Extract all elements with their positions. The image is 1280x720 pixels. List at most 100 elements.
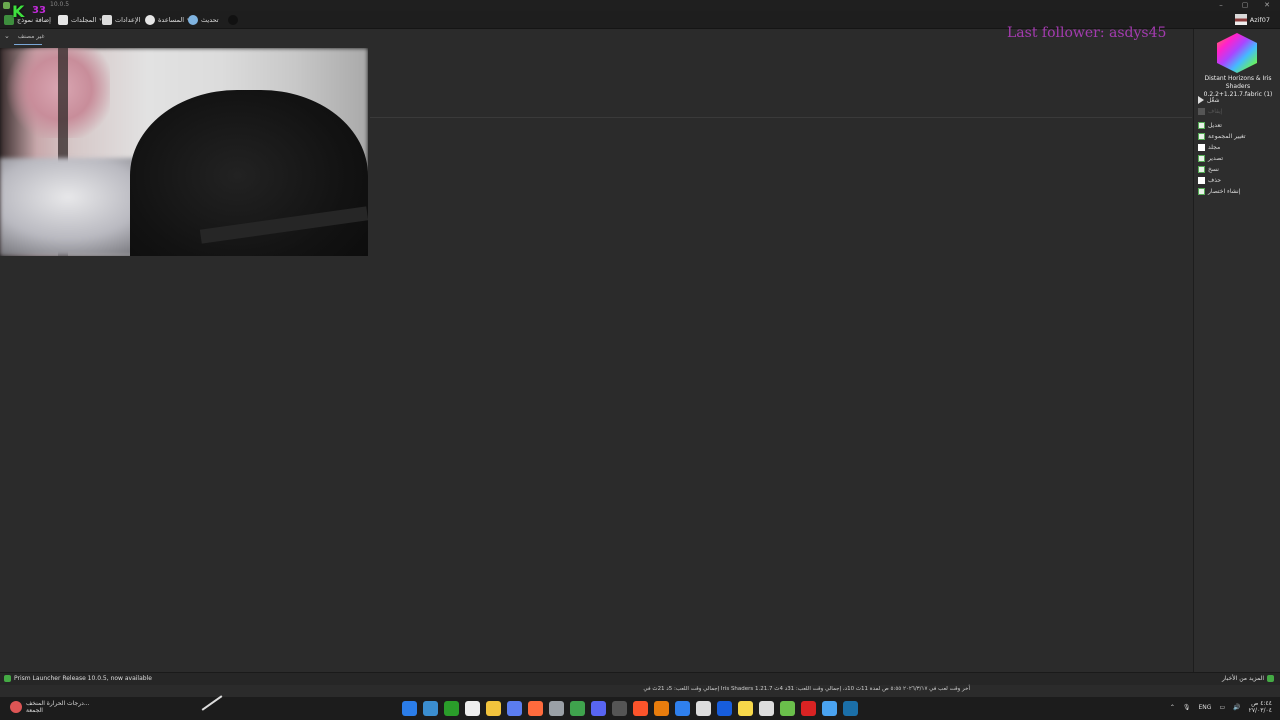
more-news-button[interactable]: المزيد من الأخبار: [1222, 675, 1274, 682]
minimize-button[interactable]: –: [1210, 0, 1232, 11]
obs-icon[interactable]: [612, 701, 627, 716]
export-label: تصدير: [1208, 154, 1224, 162]
store-icon[interactable]: [822, 701, 837, 716]
folder-label: مجلد: [1208, 143, 1221, 151]
shortcut-icon: [1198, 187, 1205, 195]
windows-taskbar: درجات الحرارة المنخف... الجمعة ⌃ 🎙 ENG ▭…: [0, 697, 1280, 720]
group-separator: [370, 117, 1192, 118]
delete-button[interactable]: حذف: [1198, 175, 1221, 185]
copy-label: نسخ: [1208, 165, 1219, 173]
kill-label: إيقاف: [1208, 107, 1223, 115]
help-button[interactable]: المساعدة ▾: [145, 13, 190, 27]
capcut-icon[interactable]: [465, 701, 480, 716]
settings-icon: [102, 15, 112, 25]
account-menu[interactable]: Azif07: [1234, 14, 1270, 25]
create-shortcut-button[interactable]: إنشاء اختصار: [1198, 186, 1240, 196]
notepad-icon[interactable]: [696, 701, 711, 716]
app-cube-icon[interactable]: [549, 701, 564, 716]
copy-button[interactable]: نسخ: [1198, 164, 1219, 174]
change-group-label: تغيير المجموعة: [1208, 132, 1246, 140]
copilot-icon[interactable]: [507, 701, 522, 716]
folders-button[interactable]: المجلدات ▾: [58, 13, 102, 27]
taskbar-apps: [402, 701, 858, 716]
group-underline: [14, 44, 42, 45]
export-button[interactable]: تصدير: [1198, 153, 1223, 163]
help-label: المساعدة: [158, 16, 185, 24]
system-tray: ⌃ 🎙 ENG ▭ 🔊 ٤:٤٤ ص ٢٧/٠٣/٠٤: [1170, 700, 1272, 714]
app-icon: [3, 2, 10, 9]
weather-day: الجمعة: [26, 707, 43, 714]
file-explorer-icon[interactable]: [486, 701, 501, 716]
brave-icon[interactable]: [633, 701, 648, 716]
clock[interactable]: ٤:٤٤ ص ٢٧/٠٣/٠٤: [1249, 700, 1272, 714]
network-icon[interactable]: ▭: [1219, 704, 1225, 711]
acrobat-icon[interactable]: [801, 701, 816, 716]
copy-icon: [1198, 165, 1205, 173]
launch-label: شغّل: [1207, 96, 1220, 104]
vscode-icon[interactable]: [675, 701, 690, 716]
update-button[interactable]: تحديث: [188, 13, 219, 27]
prism-launcher-window: 10.0.5 – ▢ ✕ إضافة نموذج المجلدات ▾ الإع…: [0, 0, 1280, 720]
instance-icon[interactable]: [1217, 33, 1257, 73]
group-icon: [1198, 132, 1205, 140]
avatar: [1234, 14, 1247, 25]
weather-text: درجات الحرارة المنخف...: [26, 700, 90, 707]
delete-label: حذف: [1208, 176, 1222, 184]
kill-button[interactable]: إيقاف: [1198, 106, 1222, 116]
update-notice[interactable]: Prism Launcher Release 10.0.5, now avail…: [4, 675, 152, 682]
onedrive-icon[interactable]: [759, 701, 774, 716]
folder-button[interactable]: مجلد: [1198, 142, 1220, 152]
minecraft-icon[interactable]: [570, 701, 585, 716]
settings-label: الإعدادات: [115, 16, 141, 24]
update-label: تحديث: [201, 16, 219, 24]
sticky-notes-icon[interactable]: [738, 701, 753, 716]
xbox-icon[interactable]: [444, 701, 459, 716]
edit-icon: [1198, 121, 1205, 129]
export-icon: [1198, 154, 1205, 162]
windows-start-icon[interactable]: [402, 701, 417, 716]
webcam-overlay: [0, 48, 368, 256]
weather-widget[interactable]: درجات الحرارة المنخف... الجمعة: [10, 700, 90, 714]
news-bar: Prism Launcher Release 10.0.5, now avail…: [0, 672, 1280, 685]
edit-label: تعديل: [1208, 121, 1222, 129]
window-title: 10.0.5: [50, 1, 70, 8]
launch-button[interactable]: شغّل: [1198, 95, 1219, 105]
folder-icon: [58, 15, 68, 25]
volume-icon[interactable]: 🔊: [1233, 704, 1240, 711]
help-icon: [145, 15, 155, 25]
news-icon: [1267, 675, 1274, 682]
bitwarden-icon[interactable]: [717, 701, 732, 716]
chevron-up-icon[interactable]: ⌃: [1170, 704, 1175, 711]
edit-button[interactable]: تعديل: [1198, 120, 1222, 130]
firefox-icon[interactable]: [528, 701, 543, 716]
folders-label: المجلدات: [71, 16, 97, 24]
last-follower-overlay: Last follower: asdys45: [1007, 25, 1167, 41]
more-news-label: المزيد من الأخبار: [1221, 675, 1264, 682]
playtime-status: إجمالي وقت اللعب: 5د 21ث في Iris Shaders…: [643, 686, 970, 692]
clock-date: ٢٧/٠٣/٠٤: [1248, 707, 1272, 714]
settings-button[interactable]: الإعدادات: [102, 13, 140, 27]
update-icon: [188, 15, 198, 25]
language-indicator[interactable]: ENG: [1199, 704, 1212, 711]
prism-launcher-icon[interactable]: [780, 701, 795, 716]
weather-icon: [10, 701, 22, 713]
news-icon: [4, 675, 11, 682]
group-header[interactable]: ⌄ غير مصنف: [4, 32, 44, 40]
change-group-button[interactable]: تغيير المجموعة: [1198, 131, 1246, 141]
cat-button[interactable]: [228, 13, 238, 27]
account-name: Azif07: [1249, 15, 1270, 24]
cat-icon: [228, 15, 238, 25]
play-icon: [1198, 96, 1204, 104]
steam-icon[interactable]: [843, 701, 858, 716]
blender-icon[interactable]: [654, 701, 669, 716]
close-button[interactable]: ✕: [1256, 0, 1278, 11]
webcam-blur: [0, 48, 110, 138]
discord-icon[interactable]: [591, 701, 606, 716]
microphone-icon[interactable]: 🎙: [1183, 704, 1191, 711]
stream-logo-number: 33: [32, 5, 46, 16]
task-view-icon[interactable]: [423, 701, 438, 716]
maximize-button[interactable]: ▢: [1234, 0, 1256, 11]
clock-time: ٤:٤٤ ص: [1251, 700, 1272, 707]
stream-logo-k: K: [12, 2, 25, 21]
instance-side-panel: Distant Horizons & Iris Shaders 0.2.2+1.…: [1193, 29, 1280, 672]
